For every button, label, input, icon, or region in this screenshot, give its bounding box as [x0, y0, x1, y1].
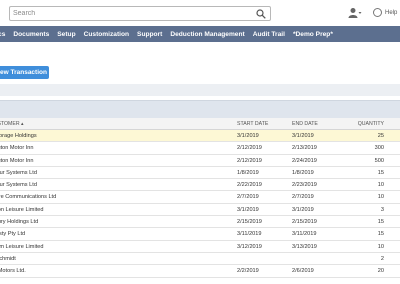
cell-start-date: 3/1/2019	[237, 133, 259, 139]
cell-start-date: 3/11/2019	[237, 231, 262, 238]
cell-start-date: 3/12/2019	[237, 243, 262, 250]
cell-customer[interactable]: ynasty Pty Ltd	[0, 228, 25, 240]
nav-item-deduction-management[interactable]: Deduction Management	[170, 31, 244, 38]
cell-quantity: 3	[380, 206, 384, 213]
cell-end-date: 2/13/2019	[292, 145, 317, 152]
cell-quantity: 2	[380, 255, 384, 262]
help-link[interactable]: Help	[373, 8, 397, 17]
cell-start-date: 2/12/2019	[237, 157, 262, 164]
cell-end-date: 1/8/2019	[292, 169, 314, 176]
table-row[interactable]: on Motors Ltd. 2/2/2019 2/6/2019 20	[0, 265, 400, 278]
table-row[interactable]: rlington Motor Inn 2/12/2019 2/24/2019 500	[0, 155, 400, 167]
cell-end-date: 3/11/2019	[292, 231, 317, 238]
cell-start-date: 3/1/2019	[237, 206, 259, 213]
user-switch-icon[interactable]	[348, 7, 362, 19]
cell-end-date: 2/23/2019	[292, 182, 317, 189]
table-row[interactable]: entury Holdings Ltd 2/15/2019 2/15/2019 15	[0, 216, 400, 229]
table-row[interactable]: ynasty Pty Ltd 3/11/2019 3/11/2019 15	[0, 228, 400, 241]
cell-quantity: 10	[377, 182, 384, 189]
nav-item-customization[interactable]: Customization	[84, 31, 129, 38]
table-row[interactable]: rmour Systems Ltd 1/8/2019 1/8/2019 15	[0, 167, 400, 180]
search-icon[interactable]	[256, 9, 266, 19]
column-header-end-date[interactable]: END DATE	[292, 118, 318, 130]
cell-end-date: 2/6/2019	[292, 268, 314, 275]
cell-start-date: 2/2/2019	[237, 268, 259, 275]
cell-customer[interactable]: entury Holdings Ltd	[0, 216, 38, 228]
table-row[interactable]: nchorage Holdings 3/1/2019 3/1/2019 25	[0, 130, 400, 143]
column-header-start-date[interactable]: START DATE	[237, 118, 268, 130]
cell-quantity: 300	[374, 145, 384, 152]
cell-quantity: 15	[377, 219, 384, 226]
table-row[interactable]: alibre Communications Ltd 2/7/2019 2/7/201…	[0, 191, 400, 204]
cell-end-date: 3/13/2019	[292, 243, 317, 250]
nav-item-setup[interactable]: Setup	[57, 31, 75, 38]
cell-end-date: 2/7/2019	[292, 194, 314, 201]
main-nav: tics Documents Setup Customization Suppo…	[0, 26, 400, 42]
transactions-table: CUSTOMER ▴ START DATE END DATE QUANTITY …	[0, 118, 400, 278]
help-icon	[373, 8, 382, 17]
filter-bar	[0, 84, 400, 96]
cell-quantity: 25	[377, 133, 384, 139]
cell-end-date: 2/15/2019	[292, 219, 317, 226]
cell-customer[interactable]: nchorage Holdings	[0, 130, 37, 142]
cell-end-date: 2/24/2019	[292, 157, 317, 164]
cell-customer[interactable]: ic Schmidt	[0, 253, 16, 265]
cell-end-date: 3/1/2019	[292, 133, 314, 139]
cell-quantity: 15	[377, 231, 384, 238]
table-header-row: CUSTOMER ▴ START DATE END DATE QUANTITY	[0, 118, 400, 130]
table-row[interactable]: rmour Systems Ltd 2/22/2019 2/23/2019 10	[0, 179, 400, 192]
cell-customer[interactable]: rmour Systems Ltd	[0, 179, 37, 191]
cell-quantity: 10	[377, 194, 384, 201]
cell-customer[interactable]: rmour Systems Ltd	[0, 167, 37, 179]
cell-quantity: 500	[374, 157, 384, 164]
cell-customer[interactable]: rlington Motor Inn	[0, 142, 34, 154]
cell-customer[interactable]: on Motors Ltd.	[0, 265, 26, 277]
cell-customer[interactable]: rlington Motor Inn	[0, 155, 34, 167]
nav-item-documents[interactable]: Documents	[13, 31, 49, 38]
cell-quantity: 10	[377, 243, 384, 250]
cell-customer[interactable]: alibre Communications Ltd	[0, 191, 56, 203]
cell-customer[interactable]: arlton Leisure Limited	[0, 204, 43, 216]
new-transaction-button[interactable]: ew Transaction	[0, 66, 49, 79]
table-body: nchorage Holdings 3/1/2019 3/1/2019 25 rling…	[0, 130, 400, 278]
cell-start-date: 2/12/2019	[237, 145, 262, 152]
cell-quantity: 15	[377, 169, 384, 176]
nav-item-analytics[interactable]: tics	[0, 31, 5, 38]
cell-start-date: 1/8/2019	[237, 169, 259, 176]
nav-item-demo-prep[interactable]: *Demo Prep*	[293, 31, 333, 38]
cell-start-date: 2/22/2019	[237, 182, 262, 189]
table-row[interactable]: arlton Leisure Limited 3/1/2019 3/1/2019 3	[0, 204, 400, 217]
cell-end-date: 3/1/2019	[292, 206, 314, 213]
cell-start-date: 2/7/2019	[237, 194, 259, 201]
cell-start-date: 2/15/2019	[237, 219, 262, 226]
cell-quantity: 20	[377, 268, 384, 275]
nav-item-support[interactable]: Support	[137, 31, 162, 38]
column-header-quantity[interactable]: QUANTITY	[340, 118, 384, 130]
cell-customer[interactable]: pham Leisure Limited	[0, 241, 43, 253]
list-header-bar	[0, 100, 400, 118]
nav-item-audit-trail[interactable]: Audit Trail	[253, 31, 285, 38]
top-bar: Help	[0, 0, 400, 26]
search-box[interactable]	[9, 6, 271, 21]
table-row[interactable]: rlington Motor Inn 2/12/2019 2/13/2019 300	[0, 142, 400, 155]
column-header-customer[interactable]: CUSTOMER ▴	[0, 118, 24, 130]
help-label: Help	[385, 9, 398, 16]
table-row[interactable]: pham Leisure Limited 3/12/2019 3/13/2019 10	[0, 241, 400, 253]
table-row[interactable]: ic Schmidt 2	[0, 253, 400, 266]
search-input[interactable]	[13, 8, 248, 19]
